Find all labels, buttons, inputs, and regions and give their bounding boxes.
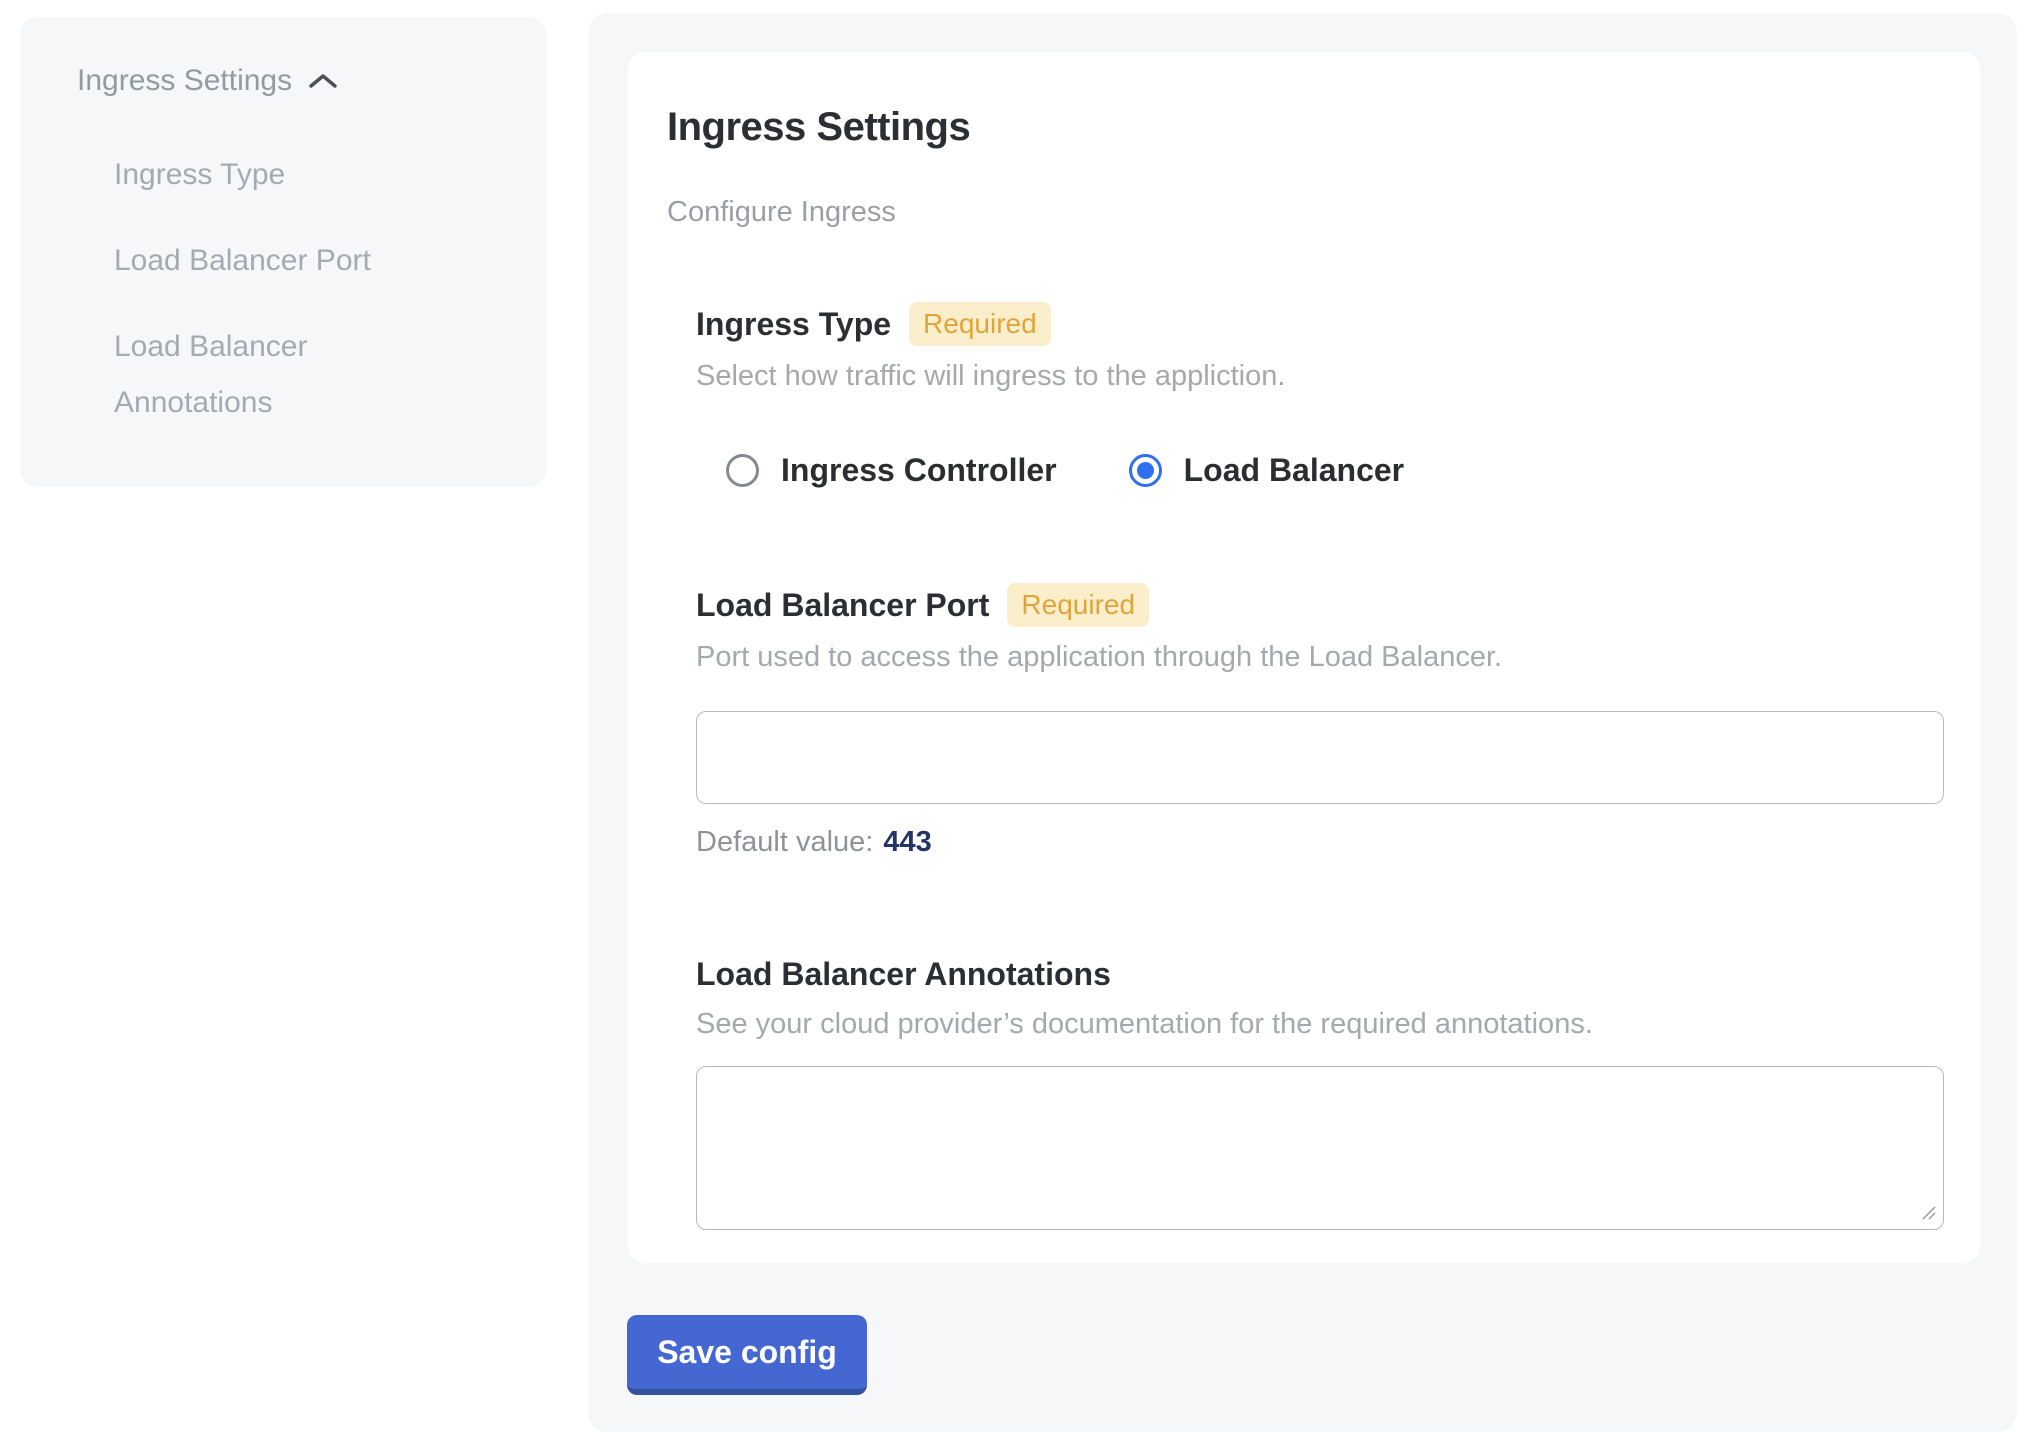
load-balancer-port-description: Port used to access the application thro… <box>696 639 1944 675</box>
settings-card: Ingress Settings Configure Ingress Ingre… <box>628 52 1980 1263</box>
form-sections: Ingress Type Required Select how traffic… <box>696 302 1944 1230</box>
sidebar-group-toggle[interactable]: Ingress Settings <box>77 63 517 99</box>
radio-unselected-icon <box>726 454 759 487</box>
required-badge: Required <box>909 302 1051 346</box>
page-subtitle: Configure Ingress <box>667 194 1980 230</box>
load-balancer-annotations-description: See your cloud provider’s documentation … <box>696 1006 1944 1042</box>
default-value-number: 443 <box>883 824 931 860</box>
load-balancer-annotations-label-row: Load Balancer Annotations <box>696 954 1944 994</box>
radio-label-load-balancer: Load Balancer <box>1184 452 1405 489</box>
chevron-up-icon <box>308 63 338 99</box>
save-config-button-label: Save config <box>657 1334 837 1370</box>
section-load-balancer-annotations: Load Balancer Annotations See your cloud… <box>696 954 1944 1230</box>
ingress-type-description: Select how traffic will ingress to the a… <box>696 358 1944 394</box>
sidebar-item-load-balancer-port[interactable]: Load Balancer Port <box>114 233 414 289</box>
main-panel: Ingress Settings Configure Ingress Ingre… <box>588 13 2017 1432</box>
radio-option-ingress-controller[interactable]: Ingress Controller <box>726 452 1057 489</box>
ingress-type-label: Ingress Type <box>696 304 891 344</box>
section-ingress-type: Ingress Type Required Select how traffic… <box>696 302 1944 489</box>
sidebar-item-list: Ingress Type Load Balancer Port Load Bal… <box>77 147 517 431</box>
load-balancer-annotations-label: Load Balancer Annotations <box>696 954 1111 994</box>
ingress-type-label-row: Ingress Type Required <box>696 302 1944 346</box>
ingress-type-radio-group: Ingress Controller Load Balancer <box>726 452 1944 489</box>
radio-option-load-balancer[interactable]: Load Balancer <box>1129 452 1405 489</box>
sidebar-item-load-balancer-annotations[interactable]: Load Balancer Annotations <box>114 319 414 431</box>
page: Ingress Settings Ingress Type Load Balan… <box>0 0 2036 1452</box>
sidebar-item-ingress-type[interactable]: Ingress Type <box>114 147 414 203</box>
sidebar: Ingress Settings Ingress Type Load Balan… <box>20 17 547 487</box>
page-title: Ingress Settings <box>667 104 1980 150</box>
resize-handle-icon[interactable] <box>1919 1203 1937 1221</box>
default-value-label: Default value: <box>696 824 873 860</box>
section-load-balancer-port: Load Balancer Port Required Port used to… <box>696 583 1944 860</box>
radio-selected-icon <box>1129 454 1162 487</box>
radio-label-ingress-controller: Ingress Controller <box>781 452 1057 489</box>
annotations-textarea-wrap <box>696 1066 1944 1230</box>
save-config-button[interactable]: Save config <box>627 1315 867 1395</box>
load-balancer-port-label: Load Balancer Port <box>696 585 989 625</box>
sidebar-group-label: Ingress Settings <box>77 63 292 99</box>
required-badge: Required <box>1007 583 1149 627</box>
default-value-row: Default value: 443 <box>696 824 1944 860</box>
load-balancer-port-input[interactable] <box>696 711 1944 804</box>
load-balancer-annotations-textarea[interactable] <box>696 1066 1944 1230</box>
load-balancer-port-label-row: Load Balancer Port Required <box>696 583 1944 627</box>
